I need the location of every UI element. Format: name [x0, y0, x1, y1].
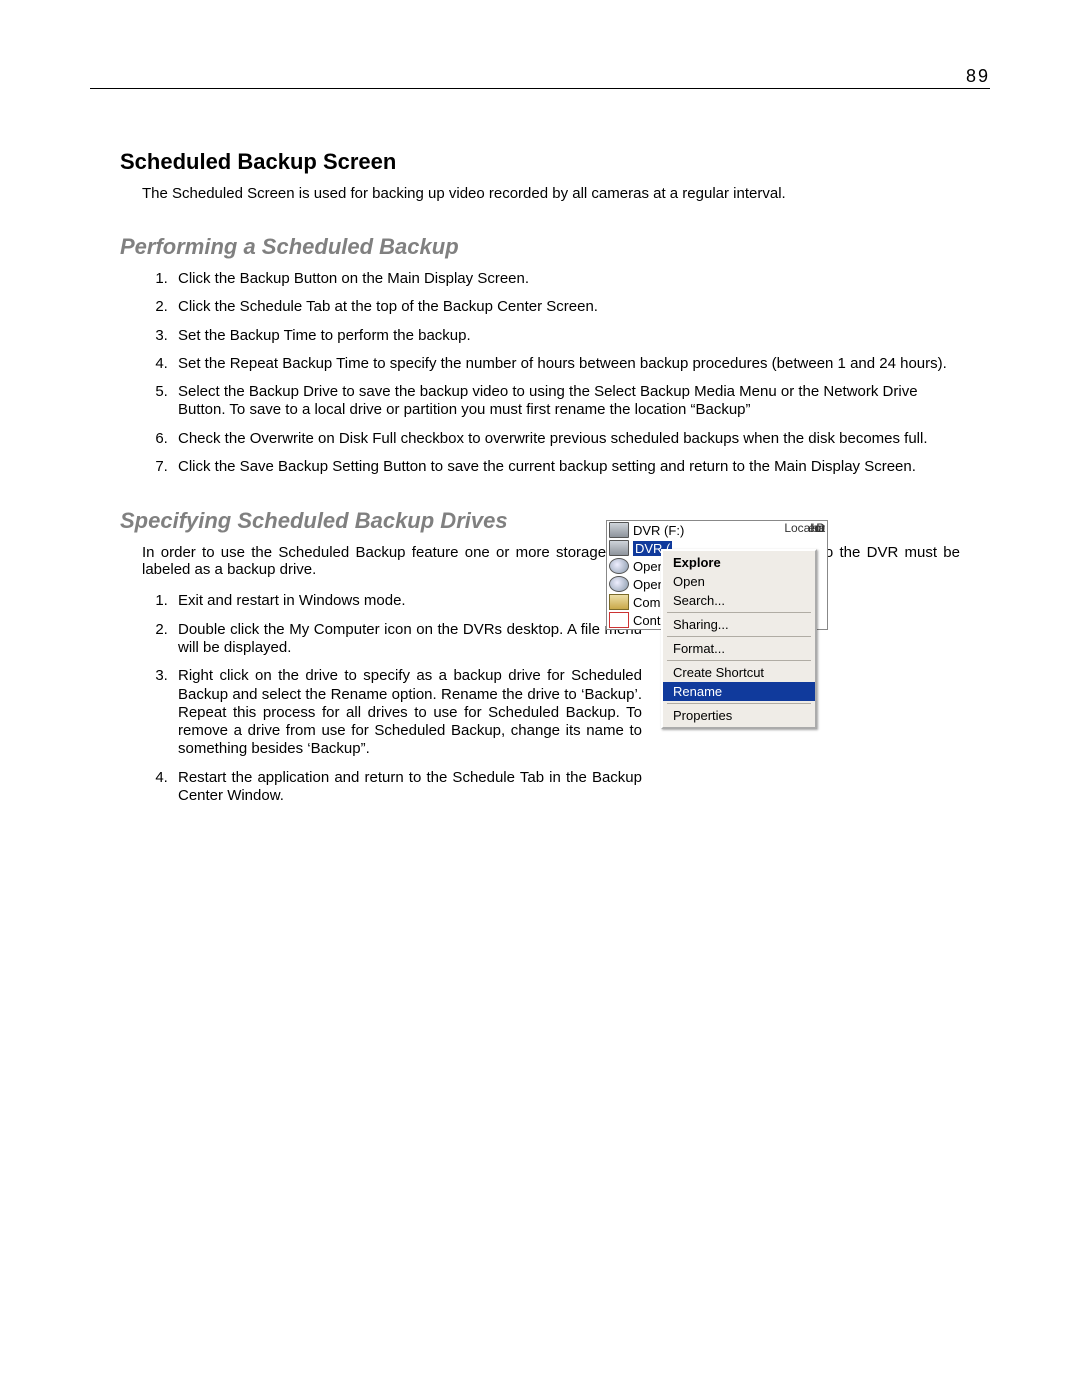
- list-specifying: Exit and restart in Windows mode. Double…: [142, 592, 642, 805]
- step: Click the Save Backup Setting Button to …: [172, 458, 960, 476]
- explorer-screenshot: DVR (F:) Local D DVR ( D Open or Open or…: [606, 520, 828, 630]
- step: Click the Backup Button on the Main Disp…: [172, 270, 960, 288]
- drive-icon: [609, 522, 629, 538]
- heading-performing: Performing a Scheduled Backup: [120, 234, 960, 260]
- drive-label: DVR (F:): [633, 523, 684, 538]
- page-content: Scheduled Backup Screen The Scheduled Sc…: [90, 149, 990, 805]
- menu-item-rename[interactable]: Rename: [663, 682, 815, 701]
- page-header-rule: 89: [90, 70, 990, 89]
- page-number: 89: [966, 66, 990, 87]
- menu-item-format[interactable]: Format...: [663, 639, 815, 658]
- step: Click the Schedule Tab at the top of the…: [172, 298, 960, 316]
- heading-scheduled-backup-screen: Scheduled Backup Screen: [120, 149, 960, 175]
- heading-specifying: Specifying Scheduled Backup Drives: [120, 508, 960, 534]
- computer-icon: [609, 594, 629, 610]
- step: Select the Backup Drive to save the back…: [172, 383, 960, 420]
- drive-icon: [609, 540, 629, 556]
- menu-item-create-shortcut[interactable]: Create Shortcut: [663, 663, 815, 682]
- list-performing: Click the Backup Button on the Main Disp…: [142, 270, 960, 476]
- menu-separator: [667, 660, 811, 661]
- menu-separator: [667, 612, 811, 613]
- menu-item-explore[interactable]: Explore: [663, 553, 815, 572]
- menu-item-properties[interactable]: Properties: [663, 706, 815, 725]
- menu-separator: [667, 703, 811, 704]
- step: Restart the application and return to th…: [172, 769, 642, 806]
- menu-item-search[interactable]: Search...: [663, 591, 815, 610]
- step: Set the Backup Time to perform the backu…: [172, 327, 960, 345]
- step: Exit and restart in Windows mode.: [172, 592, 642, 610]
- network-icon: [609, 558, 629, 574]
- step: Check the Overwrite on Disk Full checkbo…: [172, 430, 960, 448]
- drive-item: DVR (F:) Local D: [607, 521, 827, 539]
- menu-separator: [667, 636, 811, 637]
- network-icon: [609, 576, 629, 592]
- document-page: 89 Scheduled Backup Screen The Scheduled…: [0, 0, 1080, 1397]
- step: Set the Repeat Backup Time to specify th…: [172, 355, 960, 373]
- drive-type: em: [808, 521, 825, 535]
- menu-item-sharing[interactable]: Sharing...: [663, 615, 815, 634]
- control-panel-icon: [609, 612, 629, 628]
- intro-scheduled: The Scheduled Screen is used for backing…: [142, 185, 960, 202]
- context-menu: Explore Open Search... Sharing... Format…: [661, 549, 817, 729]
- step: Right click on the drive to specify as a…: [172, 667, 642, 758]
- menu-item-open[interactable]: Open: [663, 572, 815, 591]
- intro-specifying: In order to use the Scheduled Backup fea…: [142, 544, 960, 578]
- step: Double click the My Computer icon on the…: [172, 621, 642, 658]
